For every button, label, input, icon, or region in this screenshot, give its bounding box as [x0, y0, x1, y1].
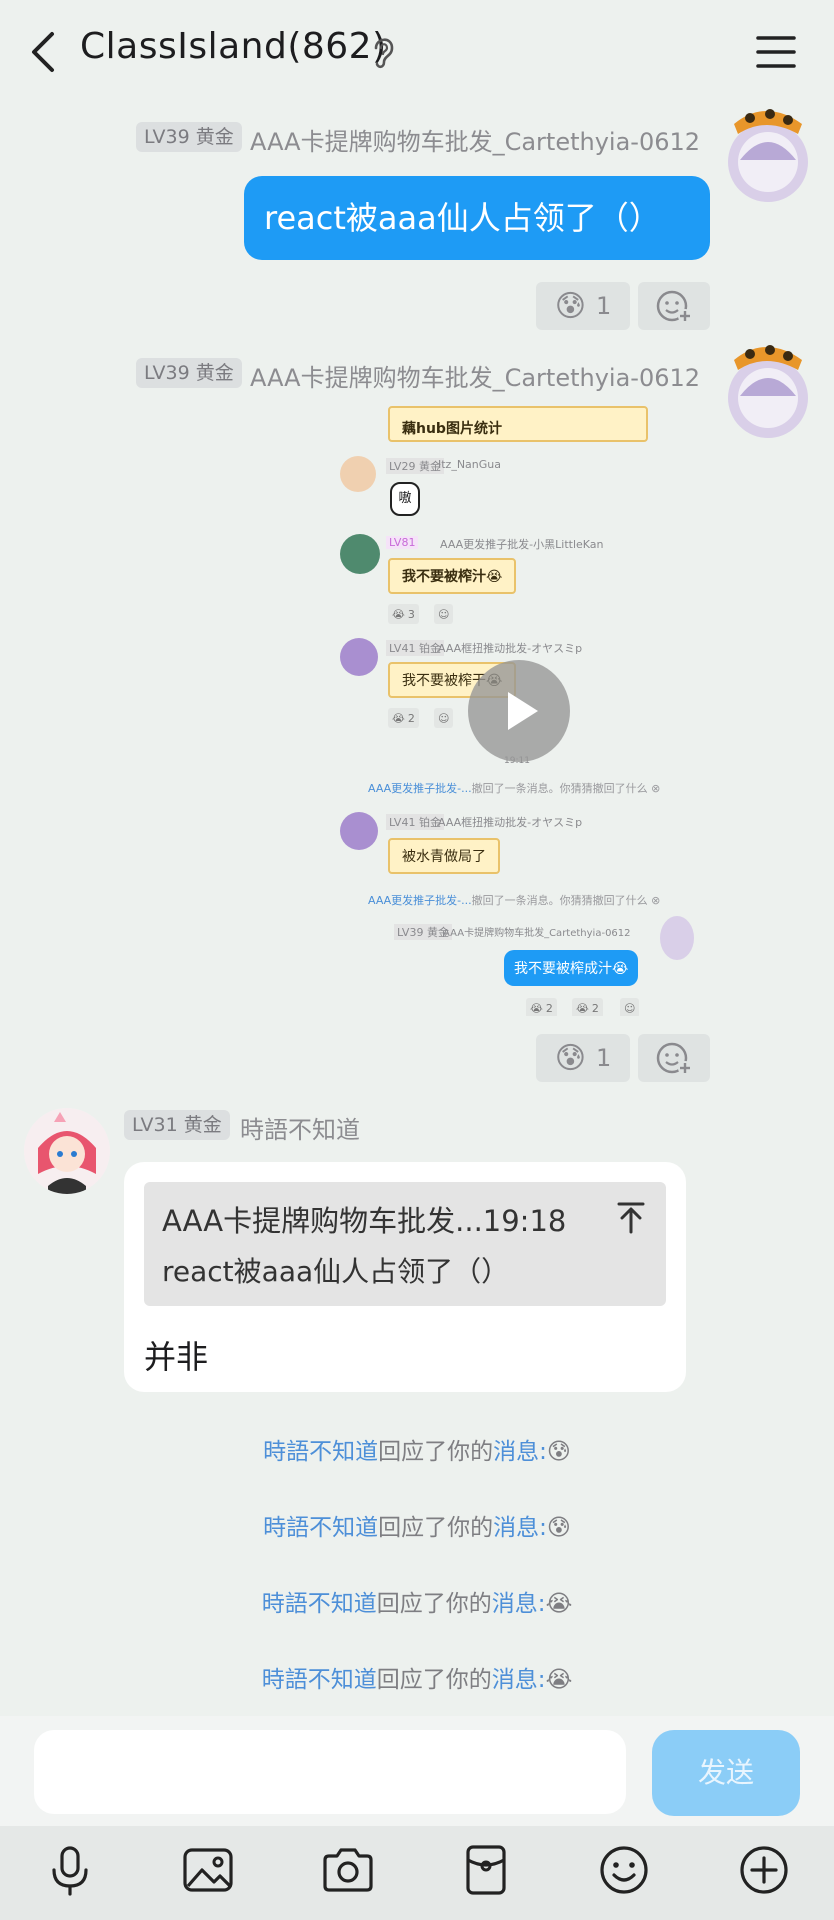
level-badge: LV31 黄金	[124, 1110, 230, 1140]
ear-icon	[374, 38, 394, 69]
notice-text: 回应了你的	[376, 1591, 492, 1617]
shot-recall-notice: AAA更发推子批发-...撤回了一条消息。你猜猜撤回了什么 ⊗	[368, 894, 661, 907]
notice-text: 回应了你的	[376, 1667, 492, 1693]
notice-emoji: 😭	[545, 1667, 573, 1693]
emoji-icon[interactable]	[596, 1842, 652, 1898]
level-badge: LV39 黄金	[136, 122, 242, 152]
avatar-illustration-icon	[728, 345, 808, 438]
shot-bubble: 我不要被榨汁😭	[388, 558, 517, 594]
avatar-illustration-icon	[24, 1108, 110, 1194]
shot-name: AAA框扭推动批发-オヤスミp	[438, 816, 583, 829]
notice-user-link[interactable]: 時語不知道	[263, 1515, 378, 1541]
add-reaction-button[interactable]	[638, 282, 710, 330]
reaction-notice: 時語不知道回应了你的消息:😭	[0, 1584, 834, 1624]
shot-avatar	[340, 534, 380, 574]
reaction-notice: 時語不知道回应了你的消息:😰	[0, 1432, 834, 1472]
shot-reaction-count: 2	[591, 1001, 599, 1015]
sender-avatar[interactable]	[24, 1108, 110, 1194]
shot-add-reaction: ☺	[620, 998, 640, 1016]
reaction-chip[interactable]: 😰 1	[536, 282, 630, 330]
jump-to-top-icon[interactable]	[614, 1200, 648, 1234]
camera-icon[interactable]	[320, 1842, 376, 1898]
notice-message-link[interactable]: 消息:	[493, 1515, 547, 1541]
shot-recall-text: 撤回了一条消息。你猜猜撤回了什么	[471, 894, 648, 907]
shot-level: LV81	[386, 536, 419, 549]
shot-recall-notice: AAA更发推子批发-...撤回了一条消息。你猜猜撤回了什么 ⊗	[368, 782, 661, 795]
notice-message-link[interactable]: 消息:	[493, 1439, 547, 1465]
play-icon	[508, 692, 538, 730]
shot-avatar	[340, 456, 376, 492]
shot-reaction: 😭 2	[526, 998, 557, 1016]
fearful-emoji-icon: 😰	[554, 288, 586, 324]
own-avatar[interactable]	[726, 340, 808, 440]
message-bubble[interactable]: react被aaa仙人占领了（）	[244, 176, 710, 260]
reaction-count: 1	[596, 1044, 612, 1072]
quote-text: react被aaa仙人占领了（）	[162, 1255, 510, 1288]
shot-recall-name: AAA更发推子批发-...	[368, 782, 472, 795]
add-emoji-icon	[656, 290, 692, 323]
own-avatar[interactable]	[726, 104, 808, 204]
fearful-emoji-icon: 😰	[554, 1040, 586, 1076]
shot-reaction-count: 2	[545, 1001, 553, 1015]
notice-message-link[interactable]: 消息:	[492, 1667, 546, 1693]
reaction-notice: 時語不知道回应了你的消息:😰	[0, 1508, 834, 1548]
reaction-chip[interactable]: 😰 1	[536, 1034, 630, 1082]
microphone-icon[interactable]	[42, 1842, 98, 1898]
shot-avatar	[660, 916, 694, 960]
toolbar	[0, 1826, 834, 1920]
send-button[interactable]: 发送	[652, 1730, 800, 1816]
shot-name: AAA更发推子批发-小黑LittleKan	[440, 538, 604, 551]
shot-add-reaction: ☺	[434, 708, 454, 728]
shot-bubble: 被水青做局了	[388, 838, 500, 874]
shot-avatar	[340, 638, 378, 676]
group-title[interactable]: ClassIsland(862)	[80, 26, 387, 67]
plus-icon[interactable]	[736, 1842, 792, 1898]
shot-recall-text: 撤回了一条消息。你猜猜撤回了什么	[471, 782, 648, 795]
shot-bubble: 藕hub图片统计	[388, 406, 648, 442]
shot-level: LV41 铂金	[386, 814, 444, 830]
shot-level: LV41 铂金	[386, 640, 444, 656]
notice-text: 回应了你的	[378, 1439, 494, 1465]
notice-user-link[interactable]: 時語不知道	[262, 1591, 377, 1617]
shot-reaction-count: 2	[407, 711, 415, 725]
shot-recall-name: AAA更发推子批发-...	[368, 894, 472, 907]
shot-level: LV29 黄金	[386, 458, 444, 474]
shot-name: Itz_NanGua	[438, 458, 502, 471]
sender-name: AAA卡提牌购物车批发_Cartethyia-0612	[250, 128, 701, 156]
shot-name: AAA框扭推动批发-オヤスミp	[438, 642, 583, 655]
shot-name: AAA卡提牌购物车批发_Cartethyia-0612	[443, 928, 631, 939]
shot-reaction: 😭 2	[572, 998, 603, 1016]
shot-reaction: 😭 3	[388, 604, 419, 624]
avatar-illustration-icon	[728, 109, 808, 202]
play-button[interactable]	[468, 660, 570, 762]
reaction-count: 1	[596, 292, 612, 320]
shot-avatar	[340, 812, 378, 850]
notice-user-link[interactable]: 時語不知道	[263, 1439, 378, 1465]
red-packet-icon[interactable]	[458, 1842, 514, 1898]
sender-name: AAA卡提牌购物车批发_Cartethyia-0612	[250, 364, 701, 392]
quote-header: AAA卡提牌购物车批发...19:18	[162, 1204, 567, 1238]
add-emoji-icon	[656, 1042, 692, 1075]
notice-emoji: 😰	[546, 1439, 571, 1465]
image-icon[interactable]	[180, 1842, 236, 1898]
add-reaction-button[interactable]	[638, 1034, 710, 1082]
back-arrow-icon[interactable]	[26, 30, 62, 74]
notice-text: 回应了你的	[378, 1515, 494, 1541]
notice-user-link[interactable]: 時語不知道	[262, 1667, 377, 1693]
shot-bubble: 我不要被榨成汁😭	[504, 950, 639, 986]
shot-sticker: 嗷	[390, 482, 420, 516]
shot-reaction-count: 3	[407, 607, 415, 621]
level-badge: LV39 黄金	[136, 358, 242, 388]
reaction-notice: 時語不知道回应了你的消息:😭	[0, 1660, 834, 1700]
message-input[interactable]	[34, 1730, 626, 1814]
shot-reaction: 😭 2	[388, 708, 419, 728]
sender-name: 時語不知道	[240, 1116, 360, 1144]
notice-emoji: 😭	[545, 1591, 573, 1617]
notice-emoji: 😰	[546, 1515, 571, 1541]
reply-text: 并非	[144, 1338, 209, 1376]
menu-icon[interactable]	[756, 32, 796, 72]
notice-message-link[interactable]: 消息:	[492, 1591, 546, 1617]
shot-add-reaction: ☺	[434, 604, 454, 624]
